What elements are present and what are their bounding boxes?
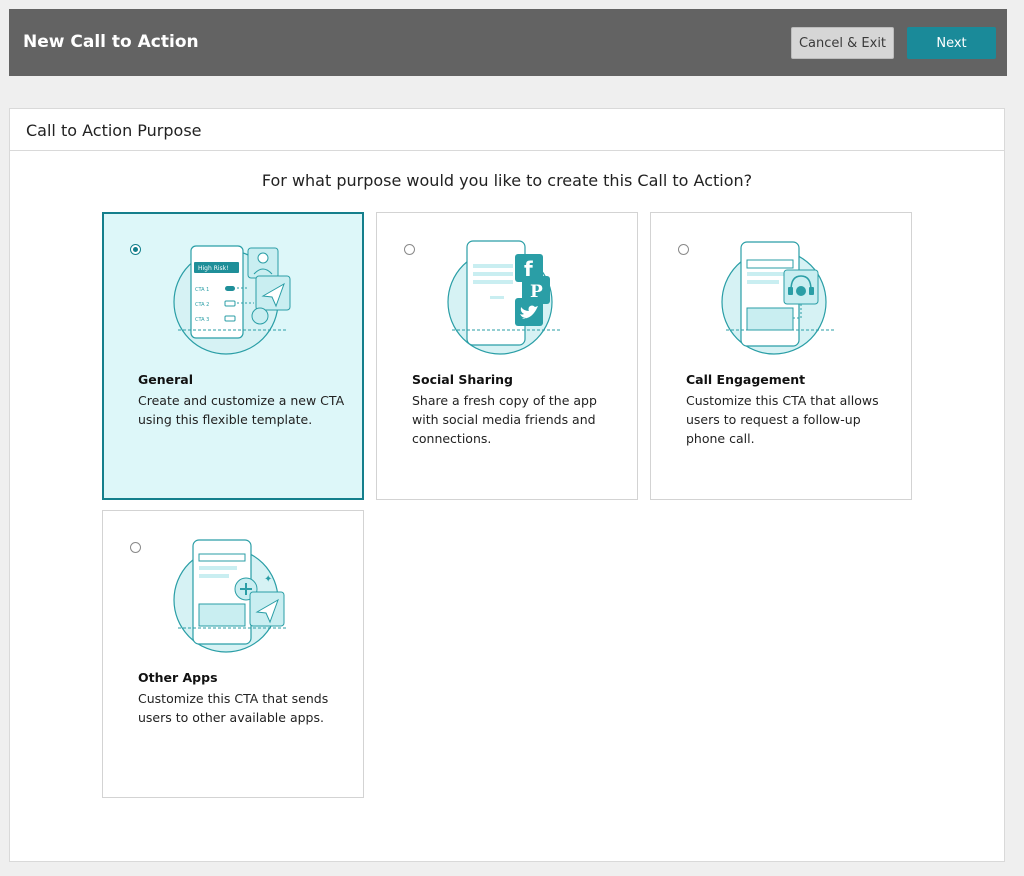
option-card-social-sharing[interactable]: f P Social Sharing Share a fresh copy of… (376, 212, 638, 500)
page-title: New Call to Action (23, 32, 199, 52)
general-cta-illustration: High Risk! CTA 1 CTA 2 CTA 3 (173, 245, 291, 355)
svg-text:✦: ✦ (264, 574, 272, 585)
next-button[interactable]: Next (907, 27, 996, 59)
purpose-question: For what purpose would you like to creat… (261, 171, 753, 190)
top-bar: New Call to Action Cancel & Exit Next (9, 9, 1007, 76)
cancel-exit-button[interactable]: Cancel & Exit (791, 27, 894, 59)
option-description: Customize this CTA that allows users to … (686, 393, 879, 446)
option-title: Call Engagement (686, 372, 806, 387)
social-sharing-illustration: f P (447, 240, 562, 355)
cta-item-2: CTA 2 (195, 302, 209, 308)
cta-item-1: CTA 1 (195, 287, 209, 293)
call-engagement-illustration (721, 241, 836, 355)
other-apps-radio[interactable] (130, 542, 141, 553)
option-card-call-engagement[interactable]: Call Engagement Customize this CTA that … (650, 212, 912, 500)
option-description: Create and customize a new CTA using thi… (138, 393, 345, 427)
option-title: Social Sharing (412, 372, 513, 387)
call-engagement-radio[interactable] (678, 244, 689, 255)
social-sharing-radio[interactable] (404, 244, 415, 255)
cta-item-3: CTA 3 (195, 317, 209, 323)
option-card-other-apps[interactable]: ✦ Other Apps Customize this CTA that sen… (102, 510, 364, 798)
option-title: Other Apps (138, 670, 218, 685)
option-title: General (138, 372, 193, 387)
panel-title: Call to Action Purpose (10, 109, 1004, 151)
general-radio[interactable] (130, 244, 141, 255)
option-description: Customize this CTA that sends users to o… (138, 691, 329, 725)
purpose-panel: Call to Action Purpose For what purpose … (9, 108, 1005, 862)
high-risk-badge: High Risk! (198, 265, 229, 272)
option-description: Share a fresh copy of the app with socia… (412, 393, 597, 446)
option-card-general[interactable]: High Risk! CTA 1 CTA 2 CTA 3 General Cre… (102, 212, 364, 500)
other-apps-illustration: ✦ (173, 539, 288, 653)
